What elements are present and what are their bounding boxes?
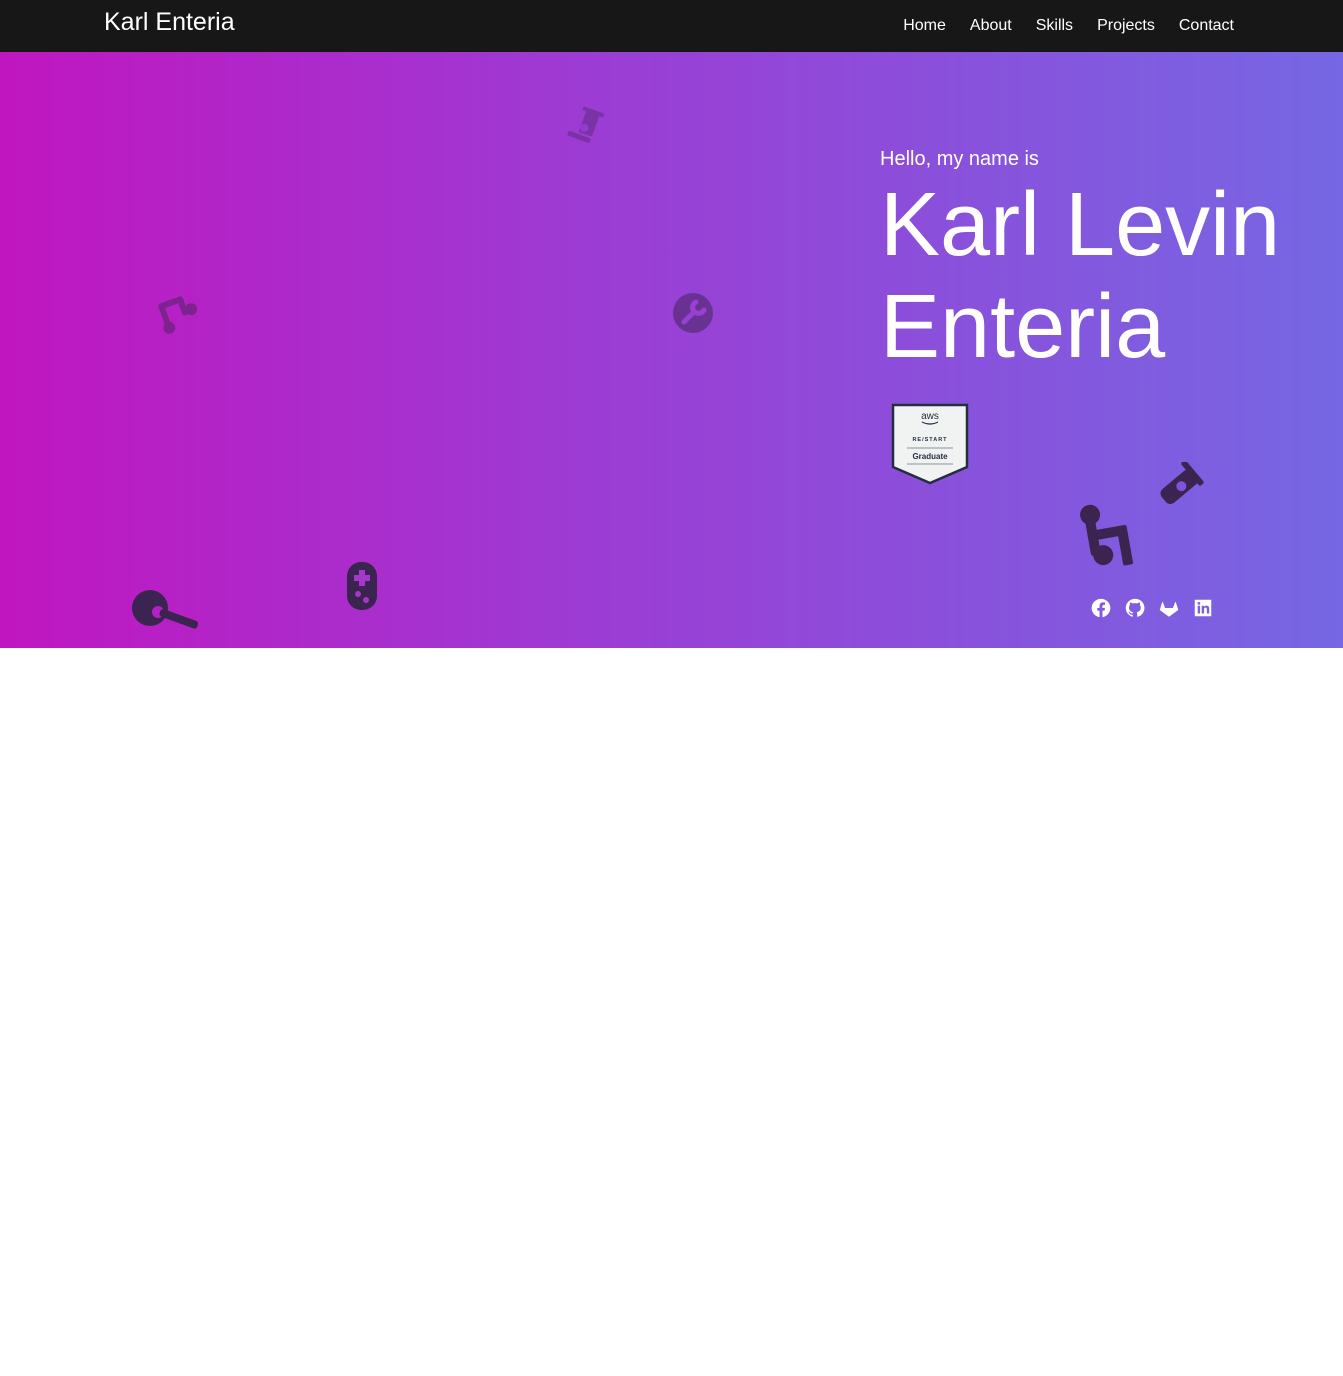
hero-section: Hello, my name is Karl Levin Enteria aws… — [0, 52, 1343, 648]
gamepad-icon — [347, 562, 377, 610]
facebook-link[interactable] — [1090, 597, 1112, 619]
nav-about-link[interactable]: About — [970, 17, 1012, 35]
microscope-icon — [1160, 462, 1204, 505]
facebook-icon — [1091, 598, 1111, 618]
wrench-icon — [673, 293, 713, 333]
content-area — [0, 648, 1343, 1376]
nav-projects-link[interactable]: Projects — [1097, 17, 1155, 35]
hero-name: Karl Levin Enteria — [880, 174, 1320, 378]
linkedin-icon — [1194, 599, 1212, 617]
gitlab-link[interactable] — [1158, 597, 1180, 619]
social-links — [1090, 597, 1226, 619]
github-link[interactable] — [1124, 597, 1146, 619]
nav-links: Home About Skills Projects Contact — [879, 0, 1234, 52]
badge-brand: aws — [921, 411, 939, 422]
nav-skills-link[interactable]: Skills — [1036, 17, 1073, 35]
greeting-text: Hello, my name is — [880, 148, 1039, 170]
nav-contact-link[interactable]: Contact — [1179, 17, 1234, 35]
telescope-icon — [567, 106, 605, 143]
badge-program: RE/START — [912, 437, 947, 443]
github-icon — [1125, 598, 1145, 617]
brand-link[interactable]: Karl Enteria — [104, 7, 235, 37]
hero-name-line2: Enteria — [880, 277, 1166, 377]
linkedin-link[interactable] — [1192, 597, 1214, 619]
aws-restart-badge[interactable]: aws RE/START Graduate — [891, 403, 969, 485]
music-note-icon — [158, 296, 198, 334]
music-note-icon — [1080, 504, 1133, 566]
navbar: Karl Enteria Home About Skills Projects … — [0, 0, 1343, 52]
hero-name-line1: Karl Levin — [880, 175, 1281, 275]
guitar-icon — [132, 590, 199, 629]
badge-label: Graduate — [912, 452, 948, 461]
gitlab-icon — [1159, 602, 1179, 617]
nav-home-link[interactable]: Home — [903, 17, 946, 35]
